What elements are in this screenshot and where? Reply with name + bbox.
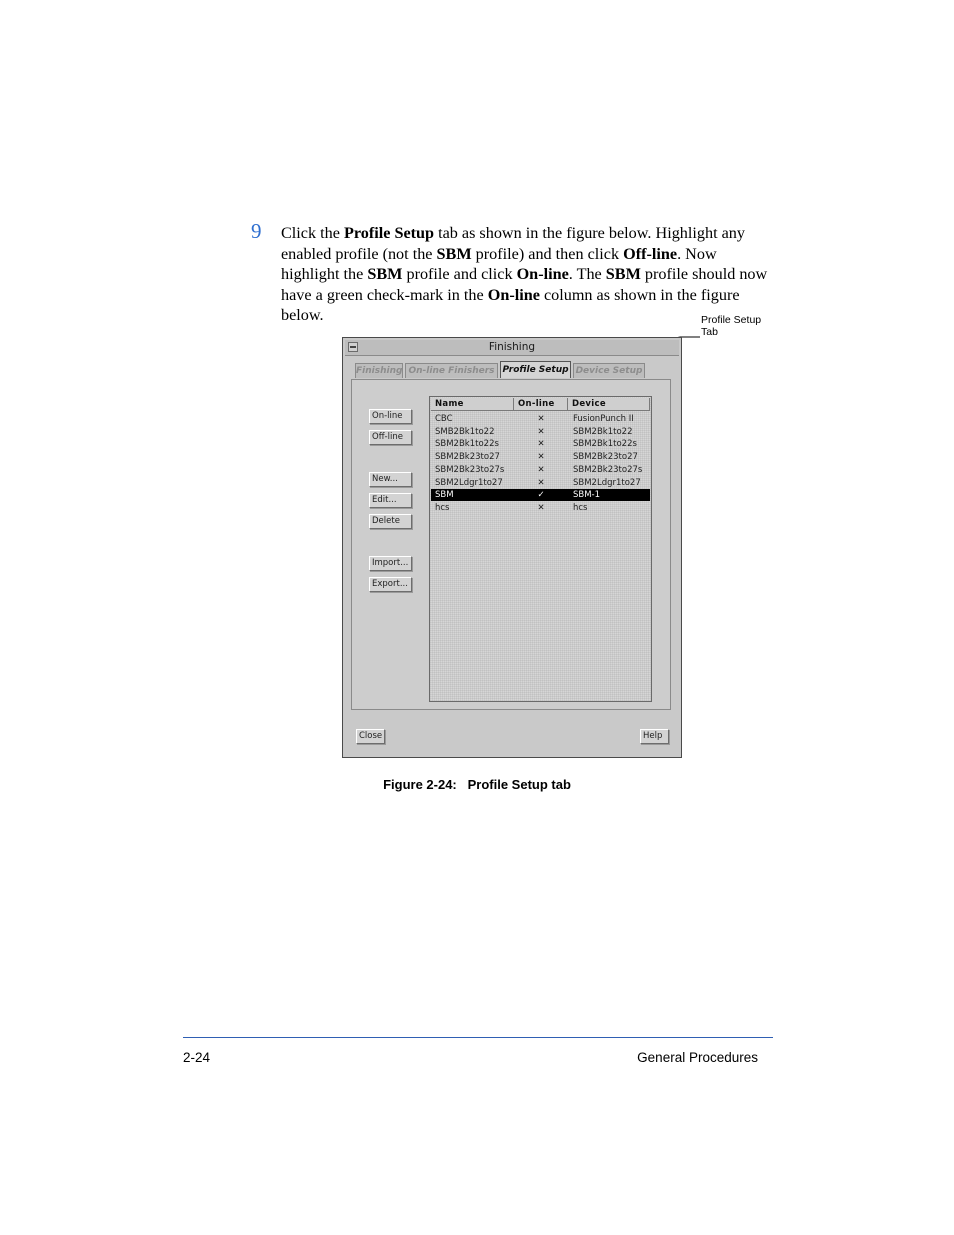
online-status-icon: ✕ (537, 426, 545, 437)
table-row[interactable]: SBM2Ldgr1to27 ✕ SBM2Ldgr1to27 (431, 477, 650, 489)
online-status-icon: ✕ (537, 464, 545, 475)
callout-line-2: Tab (701, 326, 718, 338)
table-row[interactable]: SMB2Bk1to22 ✕ SBM2Bk1to22 (431, 426, 650, 438)
delete-button[interactable]: Delete (369, 514, 412, 529)
table-row[interactable]: CBC ✕ FusionPunch II (431, 413, 650, 425)
callout-label: Profile Setup Tab (701, 314, 761, 338)
offline-button[interactable]: Off-line (369, 430, 412, 445)
device-name: FusionPunch II (573, 414, 634, 424)
table-row[interactable]: hcs ✕ hcs (431, 502, 650, 514)
table-row[interactable]: SBM2Bk23to27s ✕ SBM2Bk23to27s (431, 464, 650, 476)
profile-name: SBM2Bk23to27s (435, 464, 505, 475)
online-status-icon: ✕ (537, 439, 545, 450)
page-number: 2-24 (183, 1050, 211, 1065)
tab-online-finishers[interactable]: On-line Finishers (405, 363, 498, 378)
step-number: 9 (251, 219, 262, 243)
finishing-window: Finishing Finishing On-line Finishers Pr… (342, 337, 682, 758)
step-instructions: Click the Profile Setup tab as shown in … (281, 224, 768, 325)
online-status-icon: ✕ (537, 477, 545, 488)
import-button[interactable]: Import... (369, 556, 412, 571)
tab-profile-setup[interactable]: Profile Setup (500, 361, 571, 378)
online-status-icon: ✕ (537, 502, 545, 513)
list-header: Name On-line Device (431, 398, 650, 411)
profile-name: CBC (435, 414, 453, 424)
callout-line-1: Profile Setup (701, 314, 762, 326)
device-name: SBM2Ldgr1to27 (573, 477, 641, 488)
table-row[interactable]: SBM2Bk1to22s ✕ SBM2Bk1to22s (431, 438, 650, 450)
tab-finishing[interactable]: Finishing (355, 363, 403, 378)
window-title: Finishing (488, 341, 536, 353)
help-button[interactable]: Help (640, 729, 669, 744)
section-title: General Procedures (637, 1050, 758, 1065)
column-header-online[interactable]: On-line (514, 398, 568, 410)
device-name: SBM-1 (573, 490, 601, 501)
device-name: hcs (573, 502, 588, 513)
device-name: SBM2Bk1to22s (573, 439, 637, 450)
profile-name: SMB2Bk1to22 (435, 426, 495, 437)
profile-name: hcs (435, 502, 450, 513)
device-name: SBM2Bk23to27 (573, 452, 638, 463)
online-button[interactable]: On-line (369, 409, 412, 424)
profile-name: SBM2Ldgr1to27 (435, 477, 503, 488)
table-row-selected[interactable]: SBM ✓ SBM-1 (431, 489, 650, 502)
edit-button[interactable]: Edit... (369, 493, 412, 508)
column-header-device[interactable]: Device (568, 398, 650, 410)
figure-caption: Figure 2-24: Profile Setup tab (0, 777, 954, 792)
title-bar: Finishing (345, 340, 679, 356)
profile-name: SBM2Bk23to27 (435, 452, 500, 463)
online-check-icon: ✓ (537, 490, 545, 501)
profile-name: SBM (435, 490, 454, 501)
profile-list[interactable]: Name On-line Device CBC ✕ FusionPunch II… (429, 396, 652, 702)
profile-name: SBM2Bk1to22s (435, 439, 499, 450)
column-header-name[interactable]: Name (431, 398, 514, 410)
device-name: SBM2Bk23to27s (573, 464, 643, 475)
tab-device-setup[interactable]: Device Setup (573, 363, 645, 378)
figure-number: Figure 2-24: (383, 777, 457, 792)
table-row[interactable]: SBM2Bk23to27 ✕ SBM2Bk23to27 (431, 451, 650, 463)
online-status-icon: ✕ (537, 452, 545, 463)
device-name: SBM2Bk1to22 (573, 426, 633, 437)
online-status-icon: ✕ (537, 414, 545, 424)
close-button[interactable]: Close (356, 729, 385, 744)
footer-rule (183, 1037, 773, 1038)
export-button[interactable]: Export... (369, 577, 412, 592)
new-button[interactable]: New... (369, 472, 412, 487)
figure-title: Profile Setup tab (467, 777, 571, 792)
